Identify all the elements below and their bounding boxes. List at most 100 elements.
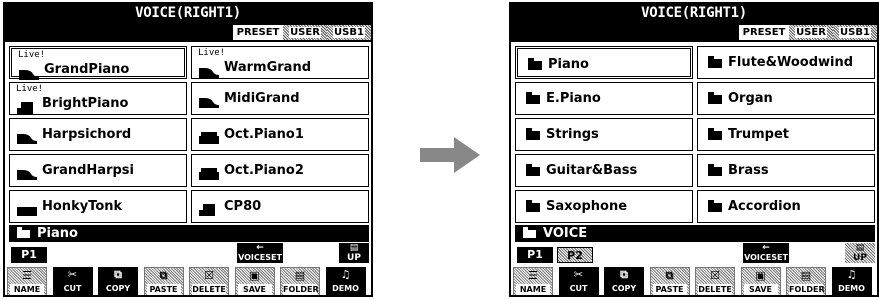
left-arrow-icon: ← [256, 243, 264, 253]
folder-button[interactable]: ▤ FOLDER [280, 267, 320, 295]
voice-button[interactable]: Live! WarmGrand [191, 46, 369, 79]
folder-icon [528, 58, 542, 70]
demo-icon: ♫ [340, 268, 351, 281]
folder-icon [708, 92, 722, 104]
page-row: P1 ← VOICESET ▤ UP [5, 243, 371, 265]
current-folder-label: Piano [37, 226, 78, 241]
voice-button[interactable]: Live! GrandPiano [9, 46, 187, 80]
folder-button[interactable]: ▤ FOLDER [786, 267, 826, 295]
cut-button[interactable]: ✂ CUT [558, 267, 599, 295]
page-row: P1 P2 ← VOICESET ▤ UP [511, 243, 877, 265]
tab-user[interactable]: USER [283, 25, 327, 40]
folder-button[interactable]: Organ [697, 82, 875, 115]
tab-row: PRESET USER USB1 [5, 23, 371, 42]
tool-label: DEMO [332, 284, 359, 293]
demo-button[interactable]: ♫ DEMO [831, 267, 872, 295]
folder-icon [523, 227, 536, 238]
folder-button[interactable]: Piano [515, 46, 693, 79]
tab-user[interactable]: USER [789, 25, 833, 40]
grand-piano-icon [19, 65, 39, 80]
left-arrow-icon: ← [762, 243, 770, 253]
voice-button[interactable]: MidiGrand [191, 82, 369, 115]
up-button[interactable]: ▤ UP [845, 243, 875, 263]
cut-button[interactable]: ✂ CUT [52, 267, 93, 295]
voiceset-button[interactable]: ← VOICESET [237, 243, 283, 263]
up-button[interactable]: ▤ UP [339, 243, 369, 263]
voice-button[interactable]: Live! BrightPiano [9, 82, 187, 115]
synth-icon [17, 201, 37, 216]
paste-button[interactable]: ⧉ PASTE [143, 267, 184, 295]
tool-label: PASTE [146, 284, 181, 295]
save-button[interactable]: ▣ SAVE [234, 267, 275, 295]
arrow-right-icon [420, 137, 480, 173]
current-folder-label: VOICE [543, 226, 588, 241]
voice-button[interactable]: Oct.Piano2 [191, 154, 369, 187]
name-button[interactable]: ☰ NAME [513, 267, 553, 295]
folder-button[interactable]: Guitar&Bass [515, 154, 693, 187]
folder-icon [526, 92, 540, 104]
delete-button[interactable]: ☒ DELETE [695, 267, 735, 295]
tab-preset[interactable]: PRESET [739, 25, 789, 40]
paste-button[interactable]: ⧉ PASTE [649, 267, 690, 295]
folder-name: Guitar&Bass [546, 163, 638, 178]
folder-button[interactable]: E.Piano [515, 82, 693, 115]
folder-name: Brass [728, 163, 769, 178]
folder-name: Accordion [728, 199, 801, 214]
voice-button[interactable]: Oct.Piano1 [191, 118, 369, 151]
keyboard-icon [199, 165, 219, 180]
page-p2-button[interactable]: P2 [557, 247, 593, 263]
cut-icon: ✂ [67, 268, 78, 281]
save-button[interactable]: ▣ SAVE [740, 267, 781, 295]
voice-button[interactable]: GrandHarpsi [9, 154, 187, 187]
tab-row: PRESET USER USB1 [511, 23, 877, 42]
voice-button[interactable]: CP80 [191, 190, 369, 223]
save-icon: ▣ [755, 269, 766, 282]
tab-usb1[interactable]: USB1 [327, 25, 371, 40]
folder-icon [708, 56, 722, 68]
save-icon: ▣ [249, 269, 260, 282]
voice-name: WarmGrand [224, 60, 312, 75]
grand-piano-icon [199, 63, 219, 78]
folder-button[interactable]: Accordion [697, 190, 875, 223]
tool-label: CUT [63, 284, 82, 293]
folder-icon [526, 200, 540, 212]
screen-title: VOICE(RIGHT1) [5, 4, 371, 23]
grand-piano-icon [17, 129, 37, 144]
tab-preset[interactable]: PRESET [233, 25, 283, 40]
folder-button[interactable]: Strings [515, 118, 693, 151]
copy-button[interactable]: ⧉ COPY [98, 267, 138, 295]
name-button[interactable]: ☰ NAME [7, 267, 47, 295]
keyboard-icon [199, 129, 219, 144]
copy-icon: ⧉ [114, 268, 122, 281]
tab-usb1[interactable]: USB1 [833, 25, 877, 40]
voice-name: Oct.Piano2 [224, 163, 304, 178]
delete-icon: ☒ [204, 269, 214, 282]
voice-button[interactable]: Harpsichord [9, 118, 187, 151]
copy-button[interactable]: ⧉ COPY [604, 267, 644, 295]
file-toolbar: ☰ NAME ✂ CUT ⧉ COPY ⧉ PASTE ☒ DELETE ▣ SAVE ▤ FOLDER ♫… [5, 266, 371, 295]
folder-button[interactable]: Brass [697, 154, 875, 187]
folder-up-icon: ▤ [349, 243, 359, 253]
folder-icon [526, 164, 540, 176]
folder-button[interactable]: Saxophone [515, 190, 693, 223]
voice-grid: Live! GrandPiano Live! WarmGrand Live! Bright… [9, 46, 369, 223]
folder-name: Flute&Woodwind [728, 55, 854, 70]
voice-button[interactable]: HonkyTonk [9, 190, 187, 223]
folder-icon [526, 128, 540, 140]
folder-button[interactable]: Trumpet [697, 118, 875, 151]
folder-icon [17, 227, 30, 238]
tool-label: DELETE [192, 284, 226, 295]
voice-name: CP80 [224, 199, 262, 214]
voice-screen-right: VOICE(RIGHT1) PRESET USER USB1 Piano Flut… [509, 2, 879, 297]
current-folder-bar: Piano [9, 225, 369, 242]
folder-icon [708, 128, 722, 140]
folder-icon: ▤ [294, 269, 306, 282]
page-p1-button[interactable]: P1 [11, 247, 47, 263]
demo-icon: ♫ [846, 268, 857, 281]
page-p1-button[interactable]: P1 [517, 247, 553, 263]
folder-button[interactable]: Flute&Woodwind [697, 46, 875, 79]
demo-button[interactable]: ♫ DEMO [325, 267, 366, 295]
delete-button[interactable]: ☒ DELETE [189, 267, 229, 295]
folder-icon [708, 200, 722, 212]
voiceset-button[interactable]: ← VOICESET [743, 243, 789, 263]
